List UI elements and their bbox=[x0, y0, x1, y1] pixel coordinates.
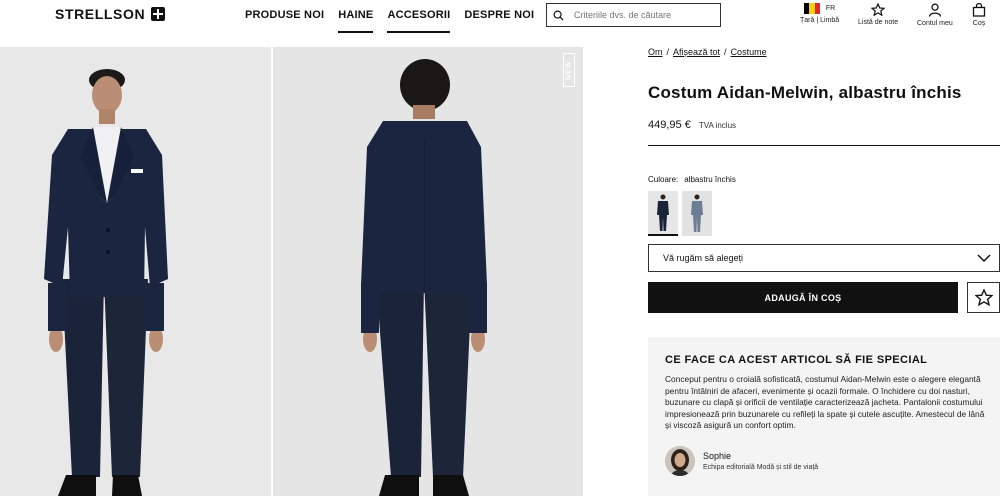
product-info-panel: Om / Afișează tot / Costume Costum Aidan… bbox=[648, 47, 1000, 496]
breadcrumb-om[interactable]: Om bbox=[648, 47, 663, 57]
product-price: 449,95 € bbox=[648, 119, 691, 131]
author-name: Sophie bbox=[703, 450, 732, 461]
avatar-image bbox=[665, 445, 695, 476]
cart-label: Coș bbox=[972, 20, 986, 27]
search-box[interactable] bbox=[546, 3, 721, 27]
product-image-front[interactable] bbox=[0, 47, 271, 496]
logo-text: STRELLSON bbox=[55, 6, 146, 22]
special-description: Conceput pentru o croială sofisticată, c… bbox=[665, 374, 985, 431]
breadcrumb-separator: / bbox=[666, 47, 670, 57]
nav-item-produse-noi[interactable]: PRODUSE NOI bbox=[245, 9, 324, 33]
main-nav: PRODUSE NOI HAINE ACCESORII DESPRE NOI bbox=[245, 9, 548, 33]
breadcrumb-costume[interactable]: Costume bbox=[731, 47, 767, 57]
nav-item-accesorii[interactable]: ACCESORII bbox=[387, 9, 451, 33]
product-image-back[interactable]: NEW bbox=[273, 47, 583, 496]
swatch-grey-blue[interactable] bbox=[682, 191, 712, 236]
product-title: Costum Aidan-Melwin, albastru închis bbox=[648, 83, 962, 102]
star-icon bbox=[974, 289, 993, 306]
breadcrumb-separator: / bbox=[724, 47, 727, 57]
divider bbox=[648, 145, 1000, 146]
belgium-flag-icon bbox=[803, 3, 820, 14]
suit-front-illustration bbox=[0, 47, 271, 496]
special-features-box: CE FACE CA ACEST ARTICOL SĂ FIE SPECIAL … bbox=[648, 337, 1000, 496]
color-row: Culoare: albastru închis bbox=[648, 175, 736, 184]
navy-suit-thumbnail bbox=[648, 191, 678, 234]
color-swatches bbox=[648, 191, 712, 236]
site-header: STRELLSON PRODUSE NOI HAINE ACCESORII DE… bbox=[0, 0, 1000, 46]
wishlist-label: Listă de note bbox=[858, 19, 899, 26]
chevron-down-icon bbox=[977, 254, 991, 263]
new-badge: NEW bbox=[563, 53, 575, 87]
size-select[interactable]: Vă rugăm să alegeți bbox=[648, 244, 1000, 272]
grey-suit-thumbnail bbox=[682, 191, 712, 236]
bag-icon bbox=[972, 3, 986, 17]
user-icon bbox=[928, 3, 942, 17]
suit-back-illustration bbox=[273, 47, 583, 496]
country-language-label: Țară | Limbă bbox=[800, 17, 840, 24]
logo-cross-icon bbox=[151, 7, 166, 21]
language-code: FR bbox=[825, 5, 836, 12]
account-label: Contul meu bbox=[917, 20, 953, 27]
search-input[interactable] bbox=[574, 10, 714, 20]
add-to-wishlist-button[interactable] bbox=[967, 282, 1000, 313]
brand-logo[interactable]: STRELLSON bbox=[55, 6, 166, 22]
cart-link[interactable]: Coș bbox=[972, 3, 986, 27]
account-link[interactable]: Contul meu bbox=[917, 3, 953, 27]
swatch-navy[interactable] bbox=[648, 191, 678, 236]
search-icon bbox=[553, 10, 564, 21]
author-block: Sophie Echipa editorială Modă și stil de… bbox=[665, 445, 983, 476]
author-role: Echipa editorială Modă și stil de viață bbox=[703, 463, 819, 471]
color-value: albastru închis bbox=[684, 175, 736, 184]
country-language-selector[interactable]: FR Țară | Limbă bbox=[800, 3, 839, 24]
color-label: Culoare: bbox=[648, 175, 679, 184]
author-avatar bbox=[665, 445, 695, 476]
nav-item-haine[interactable]: HAINE bbox=[338, 9, 374, 33]
size-select-value: Vă rugăm să alegeți bbox=[663, 253, 744, 263]
price-row: 449,95 € TVA inclus bbox=[648, 119, 1000, 131]
star-icon bbox=[871, 3, 886, 16]
breadcrumb-afiseaza-tot[interactable]: Afișează tot bbox=[673, 47, 720, 57]
add-to-cart-button[interactable]: ADAUGĂ ÎN COȘ bbox=[648, 282, 958, 313]
wishlist-link[interactable]: Listă de note bbox=[858, 3, 898, 26]
vat-note: TVA inclus bbox=[698, 121, 737, 130]
special-heading: CE FACE CA ACEST ARTICOL SĂ FIE SPECIAL bbox=[665, 354, 928, 366]
breadcrumb: Om / Afișează tot / Costume bbox=[648, 47, 1000, 57]
nav-item-despre-noi[interactable]: DESPRE NOI bbox=[464, 9, 534, 33]
